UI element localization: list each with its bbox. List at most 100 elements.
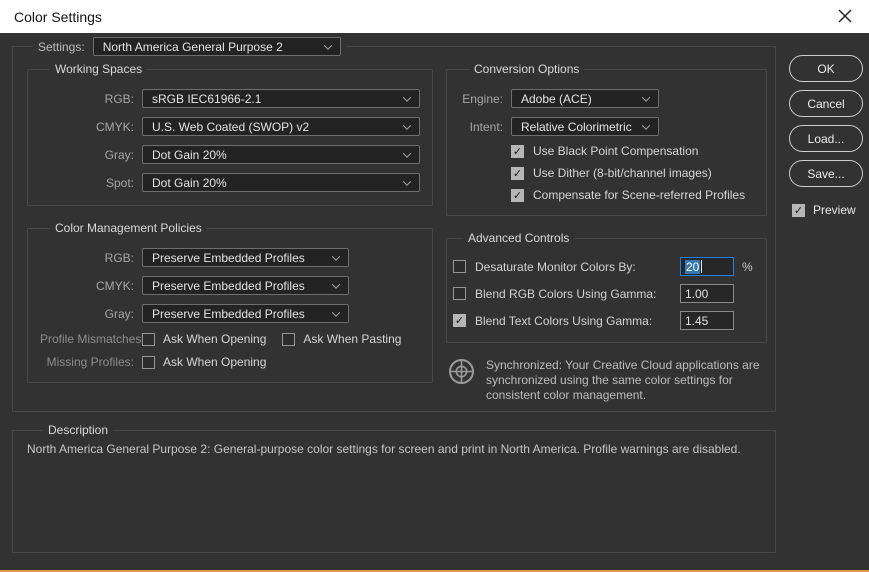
- policy-gray-dropdown[interactable]: Preserve Embedded Profiles: [142, 304, 349, 323]
- blend-text-checkbox[interactable]: [453, 314, 466, 327]
- black-point-row: Use Black Point Compensation: [511, 144, 754, 158]
- blend-rgb-row: Blend RGB Colors Using Gamma: 1.00: [453, 284, 756, 303]
- chevron-down-icon: [331, 251, 341, 261]
- description-text: North America General Purpose 2: General…: [27, 442, 741, 456]
- blend-rgb-gamma-value: 1.00: [685, 286, 709, 301]
- intent-label: Intent:: [469, 119, 503, 134]
- spot-profile-value: Dot Gain 20%: [152, 175, 227, 190]
- intent-value: Relative Colorimetric: [521, 119, 632, 134]
- chevron-down-icon: [641, 92, 651, 102]
- mismatch-ask-opening-label[interactable]: Ask When Opening: [163, 332, 266, 346]
- settings-dropdown[interactable]: North America General Purpose 2: [92, 37, 341, 56]
- black-point-compensation-label[interactable]: Use Black Point Compensation: [533, 144, 698, 158]
- creative-cloud-sync-icon: [448, 358, 475, 388]
- desaturate-percent-input[interactable]: 20: [680, 257, 734, 276]
- rgb-profile-value: sRGB IEC61966-2.1: [152, 91, 262, 106]
- close-icon[interactable]: [830, 2, 860, 30]
- chevron-down-icon: [402, 148, 412, 158]
- use-dither-label[interactable]: Use Dither (8-bit/channel images): [533, 166, 712, 180]
- gray-label: Gray:: [104, 306, 134, 321]
- policy-cmyk-value: Preserve Embedded Profiles: [152, 278, 305, 293]
- missing-profiles-row: Missing Profiles: Ask When Opening: [40, 355, 420, 369]
- cmyk-profile-dropdown[interactable]: U.S. Web Coated (SWOP) v2: [142, 117, 420, 136]
- engine-value: Adobe (ACE): [521, 91, 592, 106]
- policy-gray-value: Preserve Embedded Profiles: [152, 306, 305, 321]
- missing-ask-opening-label[interactable]: Ask When Opening: [163, 355, 266, 369]
- blend-text-row: Blend Text Colors Using Gamma: 1.45: [453, 311, 756, 330]
- policy-gray-row: Gray: Preserve Embedded Profiles: [40, 304, 420, 323]
- working-spaces-rgb-row: RGB: sRGB IEC61966-2.1: [40, 89, 420, 108]
- missing-profiles-label: Missing Profiles:: [46, 355, 134, 369]
- mismatch-ask-opening-checkbox[interactable]: [142, 332, 155, 346]
- intent-dropdown[interactable]: Relative Colorimetric: [511, 117, 659, 136]
- policy-rgb-row: RGB: Preserve Embedded Profiles: [40, 248, 420, 267]
- cancel-button[interactable]: Cancel: [789, 90, 863, 117]
- dialog-buttons: OK Cancel Load... Save... Preview: [789, 55, 867, 217]
- blend-text-gamma-input[interactable]: 1.45: [680, 311, 734, 330]
- settings-dropdown-value: North America General Purpose 2: [102, 39, 283, 54]
- working-spaces-gray-row: Gray: Dot Gain 20%: [40, 145, 420, 164]
- preview-row: Preview: [792, 203, 867, 217]
- ok-button[interactable]: OK: [789, 55, 863, 82]
- gray-profile-value: Dot Gain 20%: [152, 147, 227, 162]
- working-spaces-cmyk-row: CMYK: U.S. Web Coated (SWOP) v2: [40, 117, 420, 136]
- blend-text-label[interactable]: Blend Text Colors Using Gamma:: [475, 314, 680, 328]
- rgb-label: RGB:: [104, 250, 134, 265]
- preview-label[interactable]: Preview: [813, 203, 856, 217]
- chevron-down-icon: [331, 279, 341, 289]
- desaturate-label[interactable]: Desaturate Monitor Colors By:: [475, 260, 680, 274]
- chevron-down-icon: [402, 120, 412, 130]
- conversion-options-title: Conversion Options: [474, 62, 580, 76]
- working-spaces-title: Working Spaces: [55, 62, 143, 76]
- scene-referred-row: Compensate for Scene-referred Profiles: [511, 188, 754, 202]
- load-button[interactable]: Load...: [789, 125, 863, 152]
- color-management-policies-group: Color Management Policies RGB: Preserve …: [27, 221, 433, 383]
- gray-profile-dropdown[interactable]: Dot Gain 20%: [142, 145, 420, 164]
- save-button[interactable]: Save...: [789, 160, 863, 187]
- rgb-profile-dropdown[interactable]: sRGB IEC61966-2.1: [142, 89, 420, 108]
- text-cursor: [701, 260, 703, 273]
- use-dither-checkbox[interactable]: [511, 166, 524, 180]
- blend-text-gamma-value: 1.45: [685, 313, 709, 328]
- right-column: Conversion Options Engine: Adobe (ACE) I…: [446, 62, 767, 404]
- blend-rgb-gamma-input[interactable]: 1.00: [680, 284, 734, 303]
- chevron-down-icon: [323, 40, 332, 50]
- rgb-label: RGB:: [104, 91, 134, 106]
- policy-cmyk-dropdown[interactable]: Preserve Embedded Profiles: [142, 276, 349, 295]
- color-settings-dialog: Color Settings Settings: North America G…: [0, 0, 869, 572]
- engine-dropdown[interactable]: Adobe (ACE): [511, 89, 659, 108]
- working-spaces-group: Working Spaces RGB: sRGB IEC61966-2.1 CM…: [27, 62, 433, 206]
- engine-row: Engine: Adobe (ACE): [459, 89, 754, 108]
- missing-ask-opening-checkbox[interactable]: [142, 355, 155, 369]
- black-point-compensation-checkbox[interactable]: [511, 144, 524, 158]
- description-title: Description: [48, 423, 109, 437]
- scene-referred-checkbox[interactable]: [511, 188, 524, 202]
- blend-rgb-label[interactable]: Blend RGB Colors Using Gamma:: [475, 287, 680, 301]
- spot-profile-dropdown[interactable]: Dot Gain 20%: [142, 173, 420, 192]
- conversion-options-group: Conversion Options Engine: Adobe (ACE) I…: [446, 62, 767, 216]
- chevron-down-icon: [402, 176, 412, 186]
- cmyk-label: CMYK:: [95, 278, 134, 293]
- chevron-down-icon: [402, 92, 412, 102]
- description-group: Description North America General Purpos…: [12, 423, 776, 553]
- title-bar: Color Settings: [0, 0, 869, 33]
- spot-label: Spot:: [105, 175, 134, 190]
- settings-row: Settings: North America General Purpose …: [33, 37, 346, 56]
- mismatch-ask-pasting-item: Ask When Pasting: [282, 332, 401, 346]
- blend-rgb-checkbox[interactable]: [453, 287, 466, 300]
- chevron-down-icon: [331, 307, 341, 317]
- mismatch-ask-opening-item: Ask When Opening: [142, 332, 266, 346]
- policy-rgb-dropdown[interactable]: Preserve Embedded Profiles: [142, 248, 349, 267]
- main-settings-panel: Settings: North America General Purpose …: [12, 37, 776, 412]
- preview-checkbox[interactable]: [792, 203, 805, 217]
- policy-cmyk-row: CMYK: Preserve Embedded Profiles: [40, 276, 420, 295]
- scene-referred-label[interactable]: Compensate for Scene-referred Profiles: [533, 188, 745, 202]
- desaturate-checkbox[interactable]: [453, 260, 466, 273]
- sync-status-text: Synchronized: Your Creative Cloud applic…: [486, 358, 760, 403]
- percent-suffix: %: [742, 259, 753, 274]
- intent-row: Intent: Relative Colorimetric: [459, 117, 754, 136]
- mismatch-ask-pasting-checkbox[interactable]: [282, 332, 296, 346]
- settings-label: Settings:: [38, 39, 85, 54]
- mismatch-ask-pasting-label[interactable]: Ask When Pasting: [303, 332, 401, 346]
- advanced-controls-group: Advanced Controls Desaturate Monitor Col…: [446, 231, 767, 343]
